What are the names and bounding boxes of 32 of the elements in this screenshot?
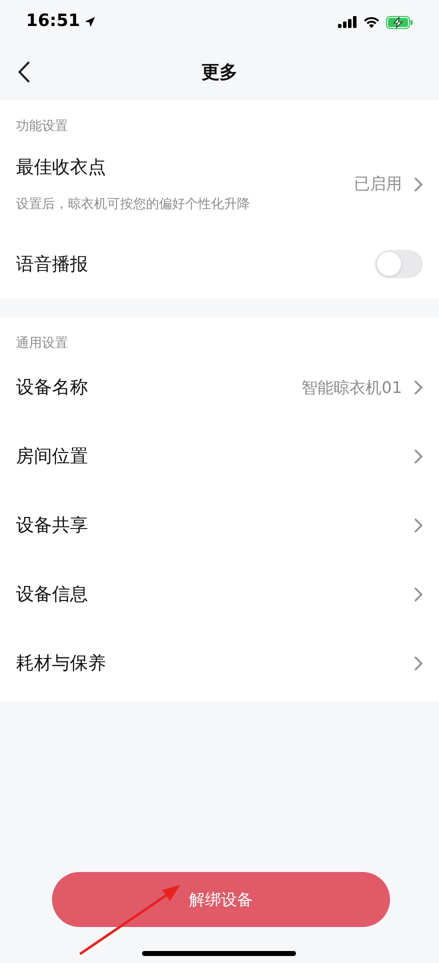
settings-row[interactable]: 设备信息 (0, 560, 439, 629)
row-title: 设备名称 (16, 376, 89, 400)
signal-icon (338, 16, 357, 28)
chevron-right-icon (414, 449, 423, 464)
chevron-right-icon (414, 656, 423, 671)
chevron-right-icon (414, 587, 423, 602)
settings-row[interactable]: 设备共享 (0, 491, 439, 560)
battery-charging-icon (386, 16, 413, 28)
row-title: 最佳收衣点 (16, 156, 107, 180)
settings-row[interactable]: 房间位置 (0, 422, 439, 491)
toggle-switch[interactable] (375, 250, 423, 278)
settings-row[interactable]: 最佳收衣点 设置后，晾衣机可按您的偏好个性化升降 已启用 (0, 136, 439, 232)
row-value: 已启用 (354, 172, 402, 194)
chevron-right-icon (414, 380, 423, 395)
settings-row[interactable]: 设备名称 智能晾衣机01 (0, 353, 439, 422)
unbind-device-button[interactable]: 解绑设备 (52, 872, 390, 927)
page-title: 更多 (202, 60, 238, 84)
row-value: 智能晾衣机01 (302, 376, 402, 398)
section-label: 通用设置 (16, 336, 68, 351)
row-title: 耗材与保养 (16, 652, 107, 676)
row-subtitle: 设置后，晾衣机可按您的偏好个性化升降 (16, 196, 251, 214)
row-title: 房间位置 (16, 445, 89, 469)
row-title: 设备共享 (16, 514, 89, 538)
chevron-right-icon (414, 518, 423, 533)
settings-row[interactable]: 耗材与保养 (0, 629, 439, 698)
wifi-icon (363, 16, 380, 28)
chevron-right-icon (414, 176, 423, 192)
row-title: 设备信息 (16, 583, 89, 607)
location-arrow-icon (84, 16, 96, 28)
row-title: 语音播报 (16, 252, 89, 276)
section-label: 功能设置 (16, 119, 68, 134)
status-time: 16:51 (26, 10, 80, 34)
